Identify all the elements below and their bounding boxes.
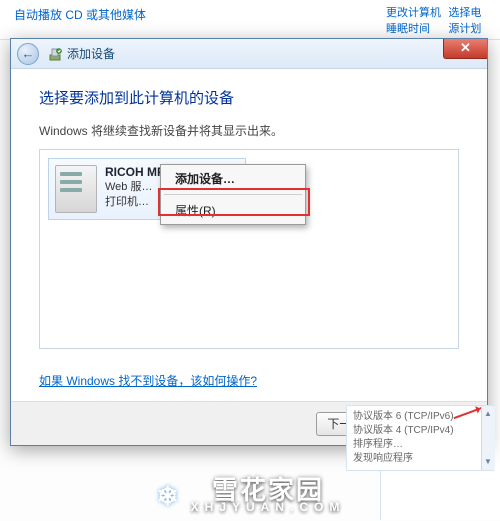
protocol-line-4: 发现响应程序 <box>353 452 487 466</box>
close-icon: ✕ <box>460 40 471 55</box>
context-divider <box>164 194 302 195</box>
wizard-heading: 选择要添加到此计算机的设备 <box>39 87 459 108</box>
help-link[interactable]: 如果 Windows 找不到设备，该如何操作? <box>39 372 257 389</box>
context-item-add-device[interactable]: 添加设备… <box>161 165 305 192</box>
wizard-title: 添加设备 <box>47 45 115 62</box>
background-right-links: 更改计算机睡眠时间 选择电源计划 <box>382 0 494 40</box>
add-device-wizard-window: ← 添加设备 ✕ 选择要添加到此计算机的设备 Windows 将继续查找新设备并… <box>10 38 488 446</box>
autoplay-link[interactable]: 自动播放 CD 或其他媒体 <box>14 6 146 23</box>
back-button[interactable]: ← <box>17 43 39 65</box>
power-plan-link[interactable]: 选择电源计划 <box>448 4 490 36</box>
device-context-menu: 添加设备… 属性(R) <box>160 164 306 225</box>
wizard-subtext: Windows 将继续查找新设备并将其显示出来。 <box>39 122 459 139</box>
wizard-titlebar[interactable]: ← 添加设备 ✕ <box>11 39 487 69</box>
background-top-bar: 自动播放 CD 或其他媒体 更改计算机睡眠时间 选择电源计划 <box>0 0 500 40</box>
watermark-main: 雪花家园 <box>212 477 324 503</box>
background-scrollbar[interactable] <box>481 406 495 470</box>
device-wizard-icon <box>47 46 63 62</box>
context-item-properties[interactable]: 属性(R) <box>161 197 305 224</box>
watermark-sub: XHJYUAN.COM <box>191 501 346 513</box>
device-list[interactable]: RICOH MP C3503 Web 服… 打印机… 添加设备… 属性(R) <box>39 149 459 349</box>
background-network-protocols: 协议版本 6 (TCP/IPv6) 协议版本 4 (TCP/IPv4) 排序程序… <box>346 405 494 471</box>
protocol-line-3: 排序程序… <box>353 438 487 452</box>
protocol-line-2: 协议版本 4 (TCP/IPv4) <box>353 424 487 438</box>
printer-icon <box>55 165 97 213</box>
snowflake-icon: ❄ <box>155 481 183 509</box>
sleep-time-link[interactable]: 更改计算机睡眠时间 <box>386 4 448 36</box>
wizard-body: 选择要添加到此计算机的设备 Windows 将继续查找新设备并将其显示出来。 R… <box>11 69 487 401</box>
wizard-title-text: 添加设备 <box>67 45 115 62</box>
back-arrow-icon: ← <box>22 46 35 61</box>
close-button[interactable]: ✕ <box>443 39 487 59</box>
